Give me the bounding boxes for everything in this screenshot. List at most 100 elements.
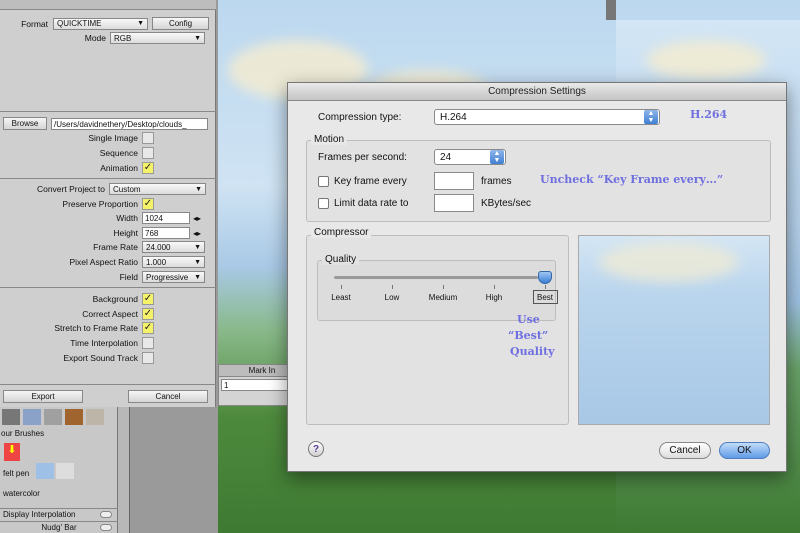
chevron-down-icon: ▼ [194,273,201,281]
display-interpolation-label: Display Interpolation [3,510,76,519]
mode-value: RGB [114,33,132,43]
toggle-icon[interactable] [100,511,112,518]
display-interpolation-row[interactable]: Display Interpolation [0,508,118,520]
divider [0,178,216,179]
motion-label: Motion [311,134,348,145]
divider [0,111,216,112]
format-label: Format [21,18,48,29]
canvas-frame [606,0,616,20]
field-select[interactable]: Progressive ▼ [142,271,205,283]
pixel-aspect-select[interactable]: 1.000 ▼ [142,256,205,268]
single-image-checkbox[interactable] [142,132,154,144]
watercolor-label: watercolor [3,489,40,498]
frame-rate-value: 24.000 [146,242,171,252]
quality-tick-label: Best [536,293,554,302]
down-arrow-icon[interactable]: ⬇ [4,443,20,461]
quality-tick-mark [392,285,393,289]
background-checkbox[interactable]: ✓ [142,293,154,305]
sequence-label: Sequence [99,148,138,158]
quality-label: Quality [322,254,360,265]
cloud-shape [599,242,739,282]
pixel-aspect-value: 1.000 [146,257,167,267]
brushes-title: our Brushes [1,429,45,438]
convert-project-select[interactable]: Custom ▼ [109,183,206,195]
correct-aspect-checkbox[interactable]: ✓ [142,308,154,320]
pixel-aspect-label: Pixel Aspect Ratio [69,257,138,267]
compression-type-select[interactable]: H.264 ▲ ▼ [434,109,660,125]
key-frame-checkbox[interactable] [318,175,329,187]
limit-data-rate-checkbox[interactable] [318,197,329,209]
brush-preset-icon[interactable] [36,463,54,479]
fps-select[interactable]: 24 ▲ ▼ [434,149,506,165]
cancel-render-button[interactable]: Cancel [128,390,208,403]
scroll-strip[interactable] [118,407,130,533]
updown-arrows-icon: ▲ ▼ [490,150,504,164]
background-label: Background [92,294,138,304]
compression-settings-dialog: Compression Settings Compression type: H… [287,82,787,472]
quality-tick-label: Medium [428,293,458,302]
format-select[interactable]: QUICKTIME ▼ [53,17,148,30]
brush-icon[interactable] [65,409,83,425]
sequence-checkbox[interactable] [142,147,154,159]
output-path-field[interactable]: /Users/davidnethery/Desktop/clouds_ [51,117,208,130]
compressor-label: Compressor [311,227,372,238]
chevron-down-icon: ▼ [194,243,201,251]
help-button[interactable]: ? [308,441,324,457]
time-interpolation-label: Time Interpolation [70,338,138,348]
export-sound-label: Export Sound Track [63,353,138,363]
quality-annotation-line2: “Best” [508,329,549,342]
nudge-bar-row[interactable]: Nudg' Bar [0,521,118,533]
fps-value: 24 [440,151,452,163]
compression-type-label: Compression type: [318,111,402,123]
quality-slider-track[interactable] [334,276,538,279]
quality-tick-label: Least [331,293,351,302]
correct-aspect-label: Correct Aspect [82,309,138,319]
compression-type-value: H.264 [440,111,467,123]
brush-icon[interactable] [2,409,20,425]
brush-icon[interactable] [86,409,104,425]
time-interpolation-checkbox[interactable] [142,337,154,349]
width-field[interactable]: 1024 [142,212,190,224]
mode-select[interactable]: RGB ▼ [110,32,205,44]
browse-button[interactable]: Browse [3,117,47,130]
height-field[interactable]: 768 [142,227,190,239]
export-button[interactable]: Export [3,390,83,403]
nudge-bar-label: Nudg' Bar [41,523,77,532]
key-frame-field[interactable] [434,172,474,190]
chevron-down-icon: ▼ [194,258,201,266]
quality-group [317,260,556,321]
cancel-button[interactable]: Cancel [659,442,711,459]
preview-pane [578,235,770,425]
data-rate-field[interactable] [434,194,474,212]
brushes-panel: our Brushes ⬇ felt pen watercolor Displa… [0,407,118,533]
height-stepper-icon[interactable]: ◂▸ [193,229,201,238]
brush-icon[interactable] [44,409,62,425]
kbytes-unit-label: KBytes/sec [481,197,532,209]
quality-tick-label: Low [384,293,400,302]
codec-annotation: H.264 [690,108,728,121]
export-sound-checkbox[interactable] [142,352,154,364]
quality-annotation-line1: Use [517,313,540,326]
brush-icon[interactable] [23,409,41,425]
chevron-down-icon: ▼ [195,185,202,193]
dialog-title: Compression Settings [288,83,786,101]
render-settings-panel: Format QUICKTIME ▼ Config Mode RGB ▼ Brows… [0,0,216,407]
key-frame-label: Key frame every [334,175,407,187]
width-stepper-icon[interactable]: ◂▸ [193,214,201,223]
toggle-icon[interactable] [100,524,112,531]
divider [0,384,216,385]
stretch-checkbox[interactable]: ✓ [142,322,154,334]
frame-rate-select[interactable]: 24.000 ▼ [142,241,205,253]
quality-tick-mark [341,285,342,289]
ok-button[interactable]: OK [719,442,770,459]
config-button[interactable]: Config [152,17,209,30]
fps-label: Frames per second: [318,151,407,163]
quality-tick-label: High [485,293,503,302]
quality-tick-mark [494,285,495,289]
brush-preset-icon[interactable] [56,463,74,479]
cloud-shape [646,40,766,80]
animation-checkbox[interactable]: ✓ [142,162,154,174]
chevron-down-icon: ▼ [137,20,144,27]
panel-top-bar [0,0,216,10]
preserve-proportion-checkbox[interactable]: ✓ [142,198,154,210]
